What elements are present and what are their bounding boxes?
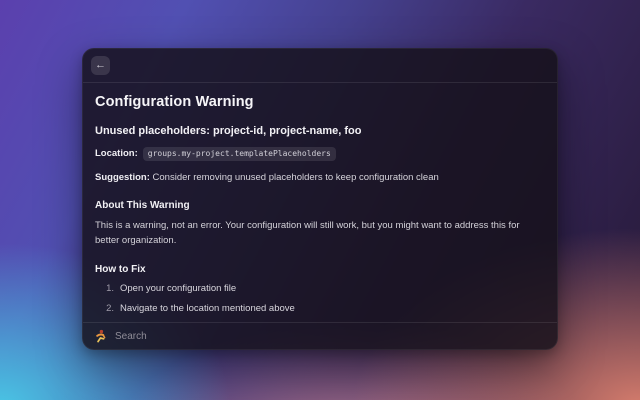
list-item-text: Navigate to the location mentioned above [120, 303, 295, 314]
back-button[interactable]: ← [91, 56, 110, 75]
suggestion-text: Consider removing unused placeholders to… [150, 172, 439, 183]
runner-extension-icon [94, 329, 107, 343]
how-to-fix-heading: How to Fix [95, 264, 545, 275]
list-item-text: Open your configuration file [120, 283, 236, 294]
list-item-number: 2. [104, 303, 114, 314]
list-item: 2. Navigate to the location mentioned ab… [95, 303, 545, 314]
location-row: Location: groups.my-project.templatePlac… [95, 147, 545, 161]
suggestion-row: Suggestion: Consider removing unused pla… [95, 172, 545, 185]
window-header: ← [83, 49, 557, 83]
about-this-warning-heading: About This Warning [95, 200, 545, 211]
suggestion-label: Suggestion: [95, 172, 150, 183]
search-footer [83, 322, 557, 349]
desktop-background: ← Configuration Warning Unused placehold… [0, 0, 640, 400]
unused-placeholders-heading: Unused placeholders: project-id, project… [95, 125, 545, 137]
warning-detail-view: Configuration Warning Unused placeholder… [83, 83, 557, 322]
location-label: Location: [95, 148, 138, 159]
configuration-warning-window: ← Configuration Warning Unused placehold… [82, 48, 558, 350]
page-title: Configuration Warning [95, 94, 545, 110]
about-this-warning-body: This is a warning, not an error. Your co… [95, 218, 539, 248]
location-code-chip: groups.my-project.templatePlaceholders [143, 147, 336, 161]
list-item: 1. Open your configuration file [95, 283, 545, 294]
list-item-number: 1. [104, 283, 114, 294]
search-input[interactable] [115, 331, 546, 342]
how-to-fix-list: 1. Open your configuration file 2. Navig… [95, 283, 545, 322]
